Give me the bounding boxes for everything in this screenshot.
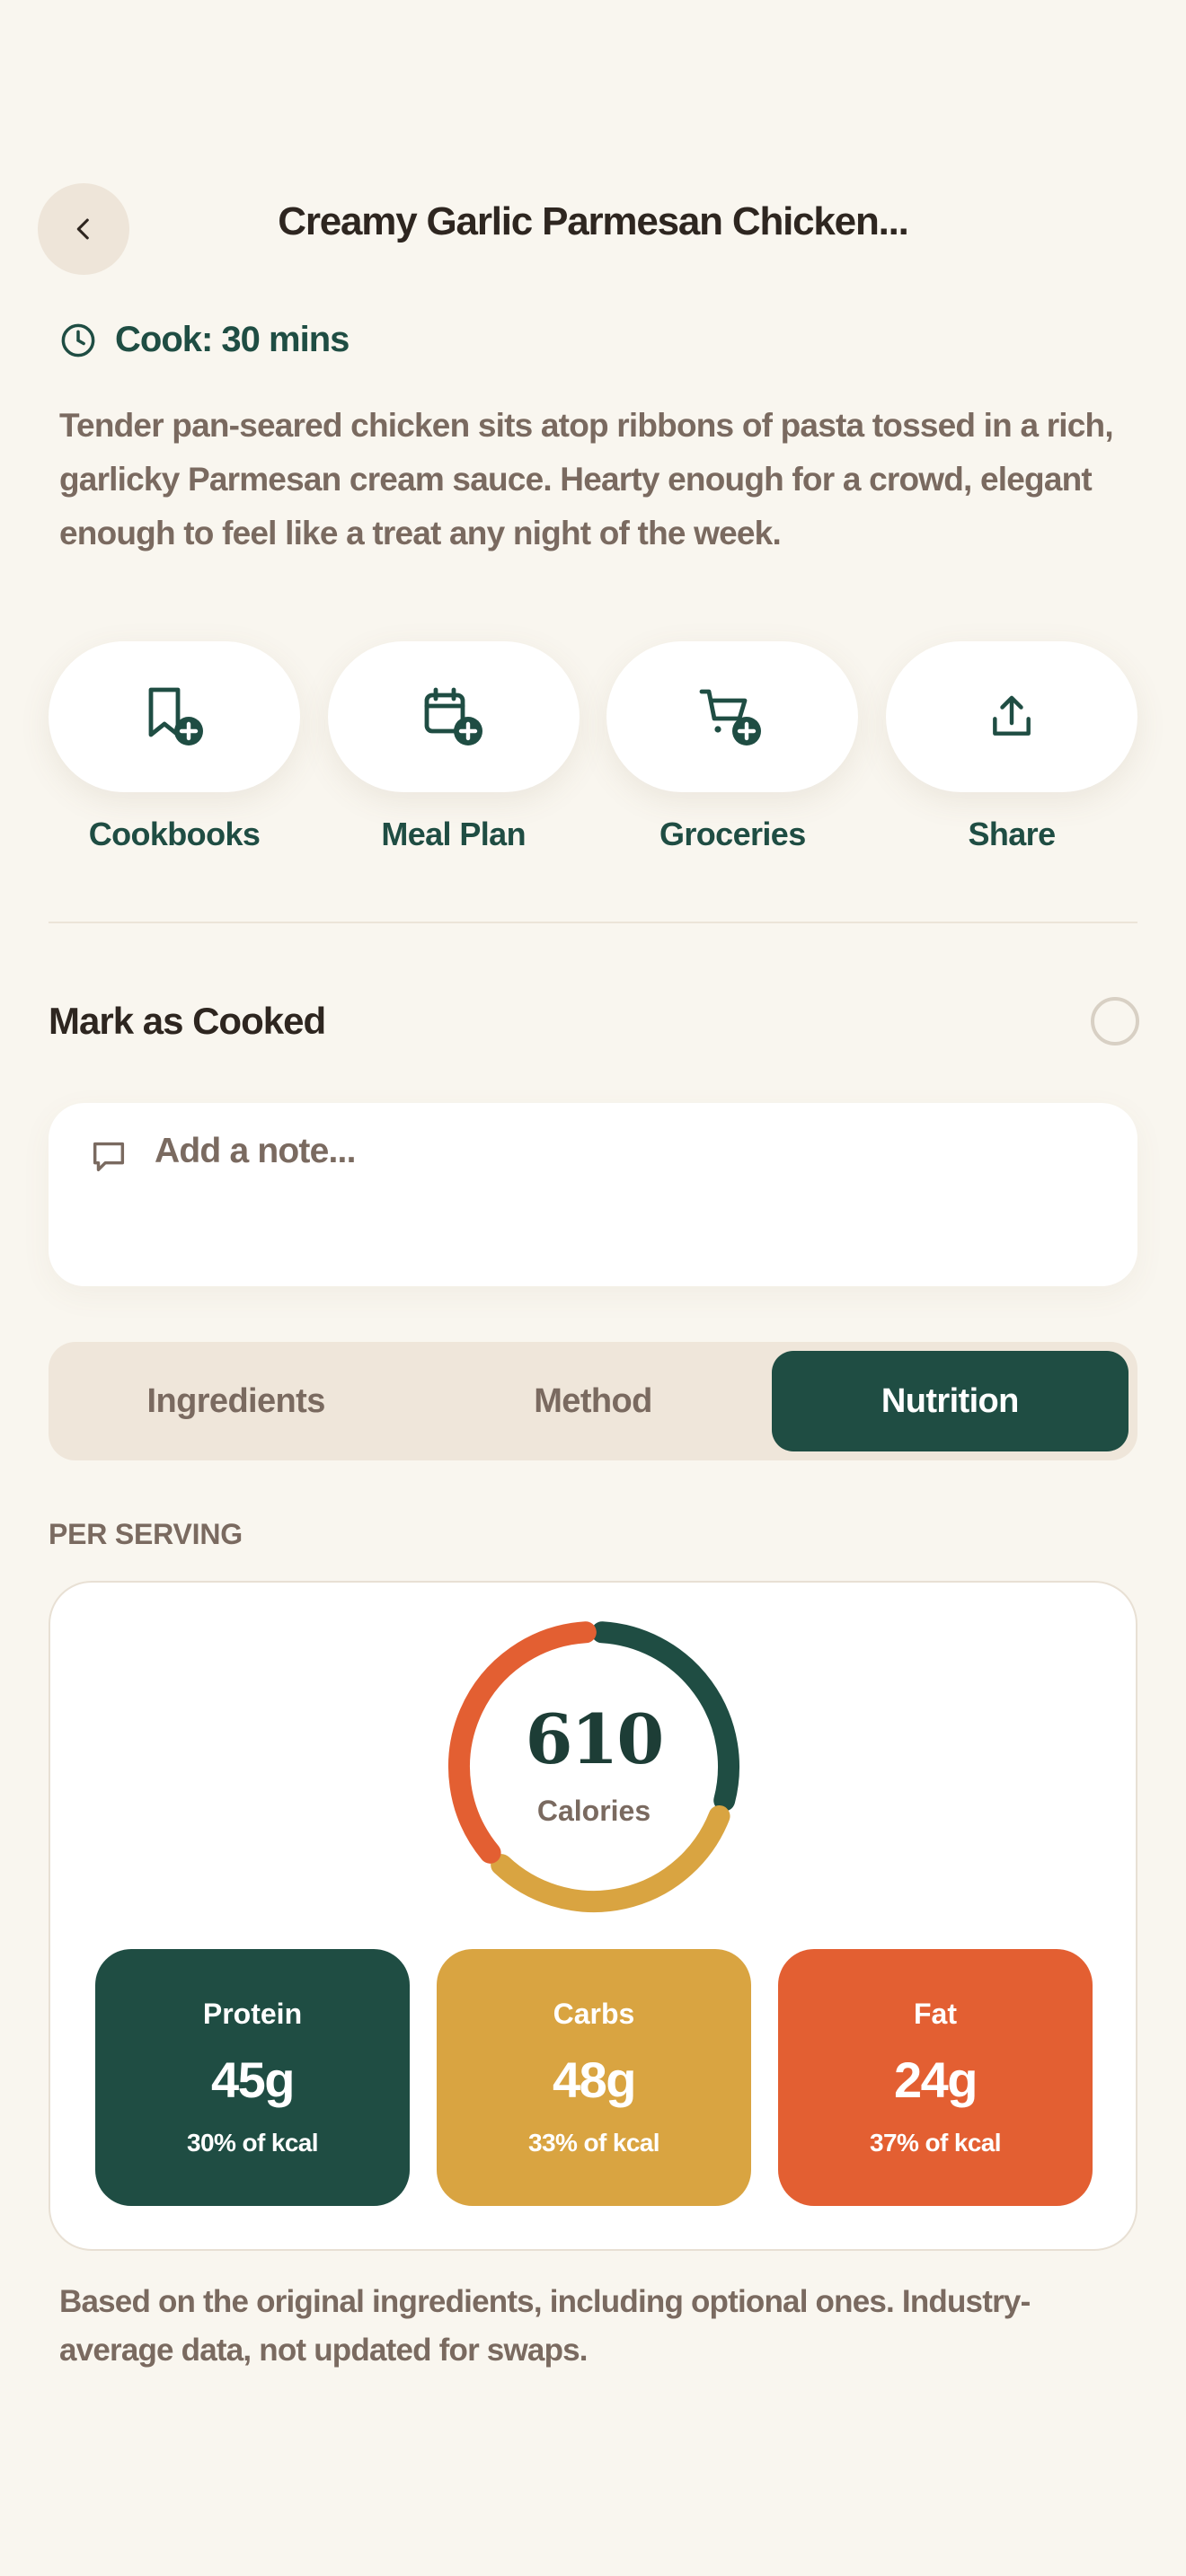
mark-cooked-checkbox[interactable] <box>1091 997 1139 1045</box>
share-label: Share <box>968 816 1056 852</box>
groceries-button[interactable]: Groceries <box>606 641 859 853</box>
nutrition-card: 610 Calories Protein 45g 30% of kcal Car… <box>49 1581 1137 2251</box>
macro-percent: 30% of kcal <box>187 2129 319 2157</box>
macro-name: Protein <box>202 1998 303 2030</box>
calories-value: 610 <box>525 1699 665 1779</box>
macro-carbs: Carbs 48g 33% of kcal <box>437 1949 751 2206</box>
macro-grid: Protein 45g 30% of kcal Carbs 48g 33% of… <box>95 1949 1093 2206</box>
meal-plan-button[interactable]: Meal Plan <box>327 641 580 853</box>
cookbooks-button[interactable]: Cookbooks <box>49 641 300 853</box>
groceries-label: Groceries <box>659 816 806 852</box>
macro-fat: Fat 24g 37% of kcal <box>778 1949 1093 2206</box>
share-pill[interactable] <box>885 641 1137 792</box>
macro-value: 48g <box>553 2051 637 2108</box>
macro-percent: 33% of kcal <box>528 2129 660 2157</box>
calories-label: Calories <box>536 1795 651 1827</box>
recipe-tabs: Ingredients Method Nutrition <box>49 1342 1137 1460</box>
macro-value: 24g <box>894 2051 978 2108</box>
nutrition-footnote: Based on the original ingredients, inclu… <box>59 2284 1031 2368</box>
meal-plan-pill[interactable] <box>327 641 580 792</box>
page-title: Creamy Garlic Parmesan Chicken... <box>278 199 909 243</box>
tab-ingredients[interactable]: Ingredients <box>58 1351 414 1451</box>
macro-name: Fat <box>914 1998 957 2030</box>
tab-nutrition[interactable]: Nutrition <box>771 1351 1128 1451</box>
per-serving-label: PER SERVING <box>49 1518 243 1550</box>
chevron-left-icon <box>76 218 89 240</box>
share-icon <box>993 695 1031 736</box>
bookmark-plus-icon <box>148 687 203 745</box>
calendar-plus-icon <box>424 687 482 745</box>
donut-segment-carbs <box>491 1804 730 1912</box>
meal-plan-label: Meal Plan <box>381 816 526 852</box>
recipe-description: Tender pan-seared chicken sits atop ribb… <box>59 407 1114 551</box>
clock-icon <box>61 323 95 357</box>
mark-cooked-label: Mark as Cooked <box>49 1000 326 1042</box>
cart-plus-icon <box>699 689 762 745</box>
macro-percent: 37% of kcal <box>870 2129 1002 2157</box>
action-bar: Cookbooks Meal Plan Groceries Share <box>49 641 1137 853</box>
cook-time: Cook: 30 mins <box>59 320 350 360</box>
groceries-pill[interactable] <box>606 641 859 792</box>
calorie-donut: 610 Calories <box>446 1619 742 1915</box>
back-button[interactable] <box>38 183 129 275</box>
cookbooks-pill[interactable] <box>49 641 300 792</box>
comment-icon <box>93 1142 125 1172</box>
note-placeholder: Add a note... <box>155 1132 356 1170</box>
note-field[interactable]: Add a note... <box>49 1103 1137 1286</box>
macro-value: 45g <box>211 2051 296 2108</box>
macro-protein: Protein 45g 30% of kcal <box>95 1949 410 2206</box>
share-button[interactable]: Share <box>885 641 1137 853</box>
divider <box>49 922 1137 923</box>
mark-cooked-row[interactable]: Mark as Cooked <box>49 997 1139 1045</box>
tab-method[interactable]: Method <box>414 1351 771 1451</box>
macro-name: Carbs <box>553 1998 635 2030</box>
cookbooks-label: Cookbooks <box>88 816 261 852</box>
cook-time-label: Cook: 30 mins <box>115 320 350 359</box>
